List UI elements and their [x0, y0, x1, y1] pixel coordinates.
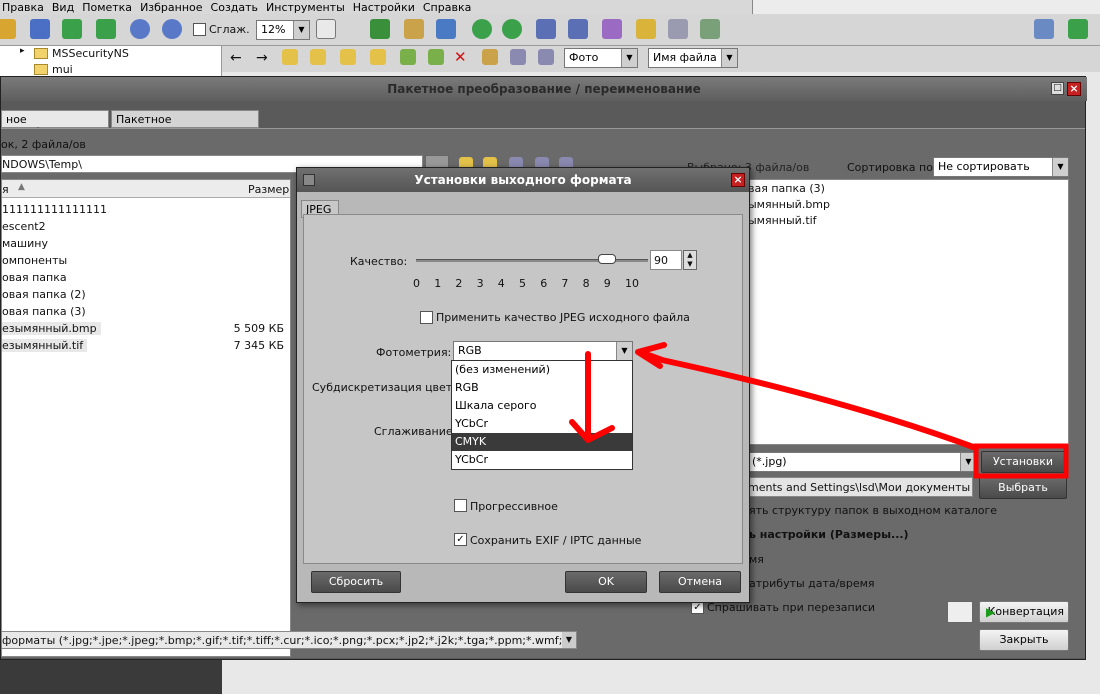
arrow-head-icon — [569, 419, 615, 443]
highlight-rectangle — [973, 443, 1069, 479]
annotation-arrow-line — [637, 349, 979, 451]
annotation-overlay — [569, 342, 1069, 479]
